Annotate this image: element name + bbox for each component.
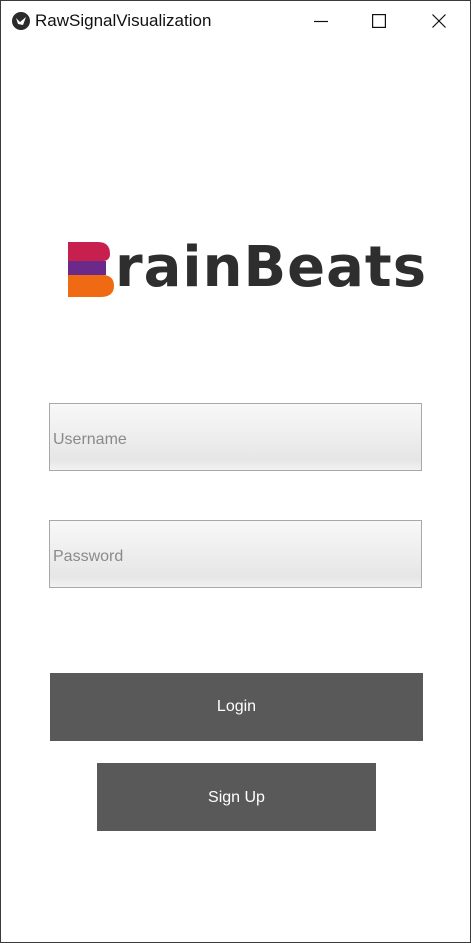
signup-button[interactable]: Sign Up	[97, 763, 376, 831]
password-input[interactable]	[50, 521, 421, 587]
close-button[interactable]	[410, 1, 468, 41]
brainbeats-logo-mark-icon	[68, 242, 114, 297]
password-field-container[interactable]	[49, 520, 422, 588]
app-icon	[12, 12, 30, 30]
close-icon	[432, 14, 446, 28]
maximize-button[interactable]	[350, 1, 408, 41]
login-button[interactable]: Login	[50, 673, 423, 741]
logo-text: rainBeats	[115, 235, 428, 300]
app-window: RawSignalVisualization rainBeats Usernam…	[0, 0, 471, 943]
window-title: RawSignalVisualization	[35, 11, 212, 30]
username-field-container[interactable]	[49, 403, 422, 471]
maximize-icon	[372, 14, 386, 28]
title-bar[interactable]: RawSignalVisualization	[1, 1, 470, 41]
minimize-icon	[314, 20, 328, 23]
username-input[interactable]	[50, 404, 421, 470]
minimize-button[interactable]	[292, 1, 350, 41]
